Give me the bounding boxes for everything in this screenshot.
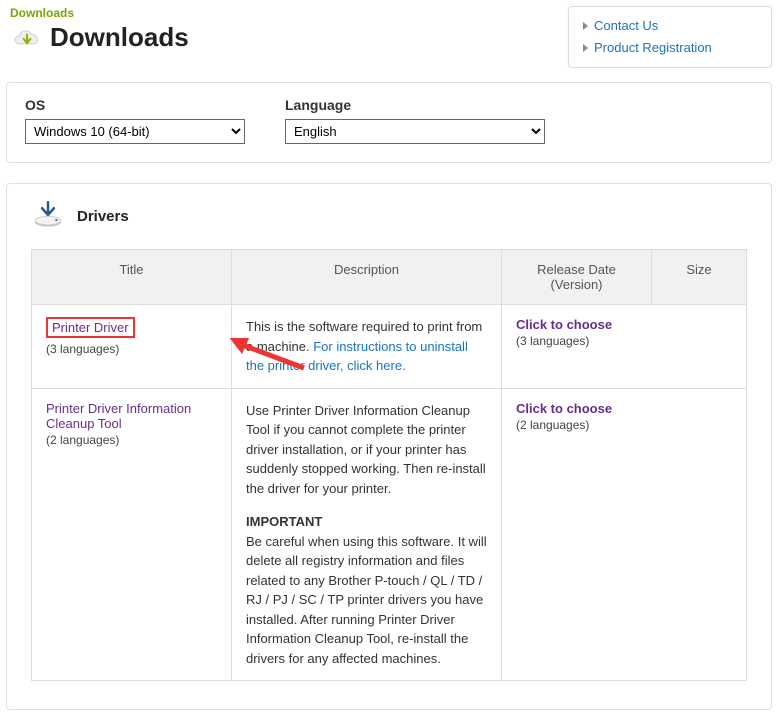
cloud-download-icon <box>10 25 44 51</box>
language-select[interactable]: English <box>285 119 545 144</box>
contact-us-link[interactable]: Contact Us <box>583 15 757 37</box>
languages-note: (2 languages) <box>516 418 732 432</box>
link-label: Product Registration <box>594 37 712 59</box>
important-label: IMPORTANT <box>246 512 487 532</box>
downloads-table: Title Description Release Date (Version)… <box>31 249 747 681</box>
language-label: Language <box>285 97 545 113</box>
table-row: Printer Driver (3 languages) This is the… <box>32 305 747 389</box>
caret-right-icon <box>583 44 588 52</box>
languages-note: (3 languages) <box>46 342 217 356</box>
click-to-choose-link[interactable]: Click to choose <box>516 401 612 416</box>
link-label: Contact Us <box>594 15 658 37</box>
cleanup-tool-link[interactable]: Printer Driver Information Cleanup Tool <box>46 401 191 431</box>
os-label: OS <box>25 97 245 113</box>
page-title: Downloads <box>50 22 189 53</box>
description-text: Use Printer Driver Information Cleanup T… <box>246 401 487 499</box>
caret-right-icon <box>583 22 588 30</box>
table-row: Printer Driver Information Cleanup Tool … <box>32 388 747 681</box>
drivers-panel: Drivers Title Description Release Date (… <box>6 183 772 710</box>
languages-note: (2 languages) <box>46 433 217 447</box>
col-release: Release Date (Version) <box>502 250 652 305</box>
drivers-section-title: Drivers <box>77 208 129 225</box>
languages-note: (3 languages) <box>516 334 732 348</box>
col-title: Title <box>32 250 232 305</box>
description-text: Be careful when using this software. It … <box>246 532 487 669</box>
os-select[interactable]: Windows 10 (64-bit) <box>25 119 245 144</box>
click-to-choose-link[interactable]: Click to choose <box>516 317 612 332</box>
driver-download-icon <box>31 200 65 233</box>
annotation-highlight: Printer Driver <box>46 317 135 338</box>
product-registration-link[interactable]: Product Registration <box>583 37 757 59</box>
filters-panel: OS Windows 10 (64-bit) Language English <box>6 82 772 163</box>
col-description: Description <box>232 250 502 305</box>
col-size: Size <box>652 250 747 305</box>
side-links-box: Contact Us Product Registration <box>568 6 772 68</box>
printer-driver-link[interactable]: Printer Driver <box>52 320 129 335</box>
breadcrumb: Downloads <box>10 6 189 20</box>
